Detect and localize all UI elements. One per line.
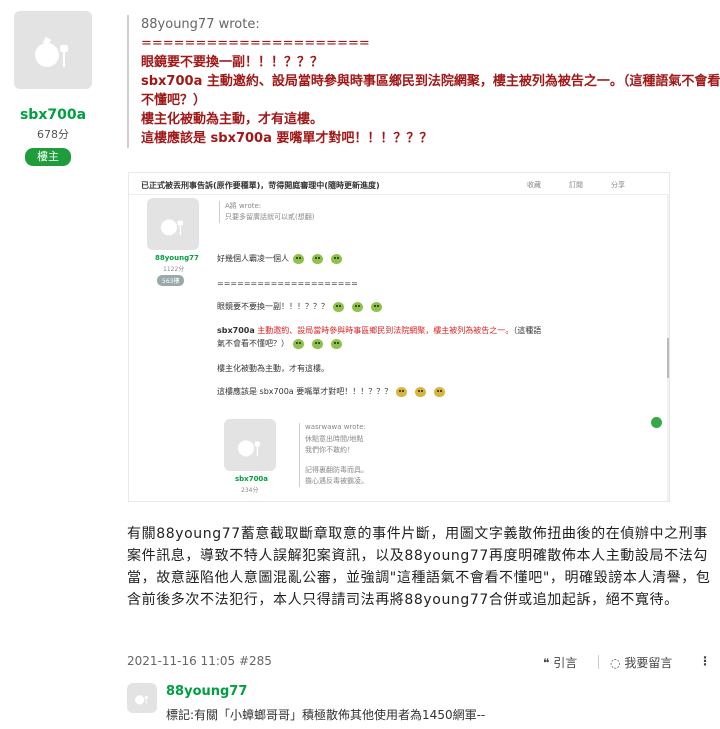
poster-badge: 樓主: [25, 148, 71, 166]
screenshot-divider: =====================: [217, 279, 358, 288]
embedded-screenshot: 已正式被丟刑事告訴(原作要種單)，苛得開庭審理中(隨時更新進度) 收藏 訂閱 分…: [128, 172, 670, 502]
post-floor[interactable]: #285: [239, 654, 272, 668]
screenshot-points-2: 234分: [241, 487, 259, 494]
screenshot-avatar-2: [224, 419, 276, 471]
screenshot-scroll-thumb: [667, 338, 669, 378]
quote-button[interactable]: ❝ 引言: [543, 654, 577, 671]
emoji-icon: [293, 338, 304, 349]
poster-username[interactable]: sbx700a: [14, 107, 92, 123]
quote-icon: ❝: [543, 656, 550, 670]
bomb-fork-icon: [35, 36, 68, 67]
reply-username[interactable]: 88young77: [166, 684, 247, 699]
bomb-fork-icon: [135, 695, 148, 705]
screenshot-points: 1122分: [163, 266, 185, 273]
screenshot-badge: 563樓: [157, 275, 185, 286]
quote-line: 這樓應該是 sbx700a 要嘴單才對吧！！！？？？: [141, 131, 433, 146]
post-meta: 2021-11-16 11:05 #285: [127, 654, 272, 668]
bomb-fork-icon: [161, 219, 183, 236]
emoji-icon: [371, 301, 382, 312]
screenshot-subscribe: 訂閱: [569, 181, 583, 189]
reply-text: 標記:有關「小蟑螂哥哥」積極散佈其他使用者為1450網軍--: [166, 708, 486, 722]
avatar[interactable]: [14, 11, 92, 89]
screenshot-line: 這樓應該是 sbx700a 要嘴單才對吧！！！？？？: [217, 386, 449, 397]
post-body: 有關88young77蓄意截取斷章取意的事件片斷，用圖文字義散佈扭曲後的在偵辦中…: [127, 526, 711, 608]
emoji-icon: [434, 386, 446, 397]
emoji-icon: [352, 301, 363, 312]
screenshot-quote-bar-2: [299, 423, 300, 487]
screenshot-quote2-line: 休點意出時間/地點: [305, 435, 364, 443]
screenshot-share: 分享: [611, 181, 625, 189]
quote-divider: =====================: [141, 36, 370, 51]
screenshot-bookmark: 收藏: [527, 181, 541, 189]
emoji-icon: [415, 386, 427, 397]
screenshot-line: sbx700a 主動邀約、設局當時參與時事區鄉民到法院網聚，樓主被列為被告之一。…: [217, 326, 542, 335]
screenshot-quote-text: 只要多留廣話就可以貳(想翻): [225, 213, 315, 221]
post-date: 2021-11-16 11:05: [127, 654, 236, 668]
screenshot-quote2-line: 我們你不敢約！: [305, 446, 354, 454]
quote-line: sbx700a 主動邀約、設局當時參與時事區鄉民到法院網聚，樓主被列為被告之一。…: [141, 74, 720, 89]
emoji-icon: [293, 253, 304, 264]
emoji-icon: [396, 386, 408, 397]
screenshot-line: 氣不會看不懂吧？）: [217, 338, 346, 349]
screenshot-line: 好幾個人霸凌一個人: [217, 253, 346, 264]
emoji-icon: [331, 338, 342, 349]
comment-icon: ◌: [610, 656, 621, 670]
screenshot-username-2: sbx700a: [235, 475, 269, 483]
screenshot-green-dot: [651, 417, 662, 428]
quote-line: 不懂吧？）: [141, 93, 207, 108]
emoji-icon: [312, 253, 323, 264]
quote-block: 88young77 wrote: ===================== 眼…: [127, 15, 720, 148]
quote-line: 眼鏡要不要換一副！！！？？？: [141, 55, 324, 70]
screenshot-quote2-line: 記得裏翻防毒而具。: [305, 466, 368, 474]
screenshot-username: 88young77: [155, 254, 199, 262]
quote-author: 88young77 wrote:: [141, 17, 260, 32]
screenshot-title: 已正式被丟刑事告訴(原作要種單)，苛得開庭審理中(隨時更新進度): [129, 173, 669, 195]
screenshot-quote2-line: 擔心遇反毒被霸凌。: [305, 477, 368, 485]
screenshot-line: 樓主化被動為主動，才有這樓。: [217, 364, 329, 373]
screenshot-avatar: [147, 198, 199, 250]
screenshot-quote-author: A將 wrote:: [225, 202, 262, 210]
bomb-fork-icon: [238, 440, 260, 457]
screenshot-line: 眼鏡要不要換一副！！！？？？: [217, 301, 386, 312]
reply-avatar[interactable]: [127, 683, 157, 713]
screenshot-quote-bar: [219, 201, 220, 223]
action-divider: [598, 655, 599, 669]
quote-line: 樓主化被動為主動，才有這樓。: [141, 112, 324, 127]
emoji-icon: [331, 253, 342, 264]
screenshot-quote2-author: wasrwawa wrote:: [305, 423, 366, 431]
more-menu-icon[interactable]: ⋮: [699, 654, 711, 668]
emoji-icon: [312, 338, 323, 349]
reply-button[interactable]: ◌ 我要留言: [610, 654, 672, 671]
emoji-icon: [333, 301, 344, 312]
poster-points: 678分: [37, 128, 69, 141]
